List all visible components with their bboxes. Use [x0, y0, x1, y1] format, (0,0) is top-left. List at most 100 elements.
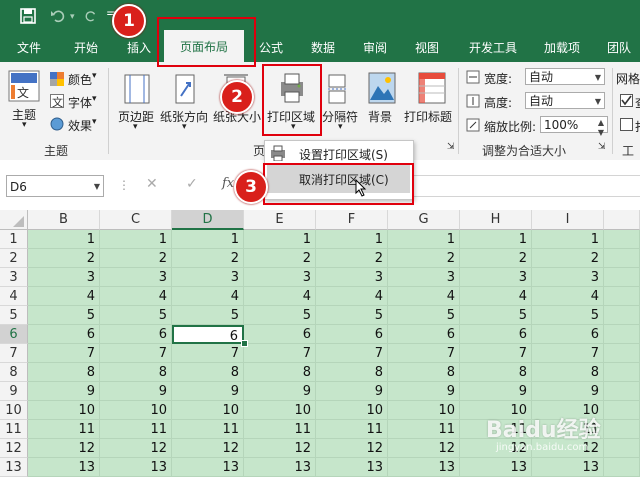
cell[interactable]: 2 — [460, 249, 532, 268]
cell[interactable]: 4 — [460, 287, 532, 306]
cell[interactable]: 1 — [460, 230, 532, 249]
tab-review[interactable]: 审阅 — [352, 34, 398, 62]
cell[interactable]: 11 — [100, 420, 172, 439]
cell[interactable]: 9 — [100, 382, 172, 401]
cell[interactable]: 3 — [388, 268, 460, 287]
row-header-3[interactable]: 3 — [0, 268, 28, 287]
cell[interactable]: 3 — [28, 268, 100, 287]
cell[interactable]: 12 — [244, 439, 316, 458]
cell[interactable] — [604, 382, 640, 401]
cell[interactable]: 9 — [532, 382, 604, 401]
cell[interactable]: 10 — [388, 401, 460, 420]
active-cell[interactable]: 6 — [172, 325, 244, 344]
column-header-h[interactable]: H — [460, 210, 532, 230]
cell[interactable]: 8 — [316, 363, 388, 382]
column-header-f[interactable]: F — [316, 210, 388, 230]
cell[interactable]: 7 — [28, 344, 100, 363]
column-header-g[interactable]: G — [388, 210, 460, 230]
cell[interactable]: 3 — [172, 268, 244, 287]
row-header-5[interactable]: 5 — [0, 306, 28, 325]
cell[interactable] — [604, 325, 640, 344]
select-all-corner[interactable] — [0, 210, 28, 230]
cell[interactable]: 1 — [532, 230, 604, 249]
cell[interactable]: 4 — [532, 287, 604, 306]
cell[interactable]: 4 — [172, 287, 244, 306]
column-header-partial[interactable] — [604, 210, 640, 230]
row-header-4[interactable]: 4 — [0, 287, 28, 306]
cell[interactable]: 2 — [172, 249, 244, 268]
row-header-2[interactable]: 2 — [0, 249, 28, 268]
cell[interactable]: 11 — [28, 420, 100, 439]
cell[interactable]: 10 — [28, 401, 100, 420]
spinner-down-icon[interactable]: ▼ — [598, 124, 604, 141]
tab-data[interactable]: 数据 — [300, 34, 346, 62]
fonts-button[interactable]: 字体 — [68, 94, 92, 111]
cell[interactable]: 5 — [100, 306, 172, 325]
tab-addins[interactable]: 加载项 — [532, 34, 592, 62]
cell[interactable]: 9 — [28, 382, 100, 401]
cell[interactable]: 5 — [28, 306, 100, 325]
themes-button[interactable]: 文 — [8, 70, 40, 105]
cell[interactable]: 3 — [316, 268, 388, 287]
cell[interactable]: 13 — [172, 458, 244, 477]
redo-icon[interactable] — [84, 8, 98, 28]
cell[interactable]: 9 — [244, 382, 316, 401]
row-header-9[interactable]: 9 — [0, 382, 28, 401]
cell[interactable]: 12 — [172, 439, 244, 458]
save-icon[interactable] — [20, 8, 36, 28]
insert-function-icon[interactable]: fx — [222, 176, 234, 191]
cell[interactable]: 6 — [244, 325, 316, 344]
cell[interactable]: 1 — [172, 230, 244, 249]
column-header-d[interactable]: D — [172, 210, 244, 230]
cell[interactable]: 5 — [316, 306, 388, 325]
cell[interactable]: 2 — [316, 249, 388, 268]
row-header-12[interactable]: 12 — [0, 439, 28, 458]
cell[interactable] — [604, 401, 640, 420]
fill-handle[interactable] — [241, 340, 248, 347]
cell[interactable]: 8 — [388, 363, 460, 382]
cell[interactable]: 3 — [460, 268, 532, 287]
cell[interactable]: 9 — [316, 382, 388, 401]
tab-developer[interactable]: 开发工具 — [458, 34, 528, 62]
cell[interactable]: 12 — [316, 439, 388, 458]
cell[interactable]: 2 — [388, 249, 460, 268]
cell[interactable]: 2 — [100, 249, 172, 268]
column-header-i[interactable]: I — [532, 210, 604, 230]
row-header-7[interactable]: 7 — [0, 344, 28, 363]
cell[interactable]: 13 — [460, 458, 532, 477]
tab-view[interactable]: 视图 — [404, 34, 450, 62]
cell[interactable]: 13 — [316, 458, 388, 477]
cell[interactable]: 5 — [532, 306, 604, 325]
tab-home[interactable]: 开始 — [60, 34, 112, 62]
undo-dropdown-icon[interactable]: ▾ — [70, 12, 75, 22]
cell[interactable]: 7 — [388, 344, 460, 363]
print-titles-button[interactable]: 打印标题 — [404, 108, 452, 125]
cell[interactable]: 6 — [532, 325, 604, 344]
cell[interactable]: 8 — [244, 363, 316, 382]
cell[interactable]: 7 — [100, 344, 172, 363]
tab-team[interactable]: 团队 — [598, 34, 640, 62]
cell[interactable]: 6 — [460, 325, 532, 344]
cell[interactable]: 3 — [100, 268, 172, 287]
cell[interactable]: 10 — [172, 401, 244, 420]
cell[interactable]: 10 — [100, 401, 172, 420]
cell[interactable]: 3 — [244, 268, 316, 287]
cell[interactable]: 4 — [388, 287, 460, 306]
cell[interactable]: 7 — [172, 344, 244, 363]
cell[interactable]: 10 — [244, 401, 316, 420]
row-header-6[interactable]: 6 — [0, 325, 28, 344]
colors-button[interactable]: 颜色 — [68, 71, 92, 88]
cell[interactable]: 1 — [316, 230, 388, 249]
cell[interactable]: 7 — [316, 344, 388, 363]
cell[interactable]: 13 — [100, 458, 172, 477]
row-header-11[interactable]: 11 — [0, 420, 28, 439]
cell[interactable]: 8 — [172, 363, 244, 382]
cell[interactable]: 6 — [388, 325, 460, 344]
cell[interactable]: 6 — [100, 325, 172, 344]
set-print-area-item[interactable]: 设置打印区域(S) — [299, 146, 388, 163]
cell[interactable]: 2 — [532, 249, 604, 268]
column-header-c[interactable]: C — [100, 210, 172, 230]
cell[interactable]: 12 — [28, 439, 100, 458]
cell[interactable] — [604, 344, 640, 363]
cell[interactable]: 12 — [100, 439, 172, 458]
